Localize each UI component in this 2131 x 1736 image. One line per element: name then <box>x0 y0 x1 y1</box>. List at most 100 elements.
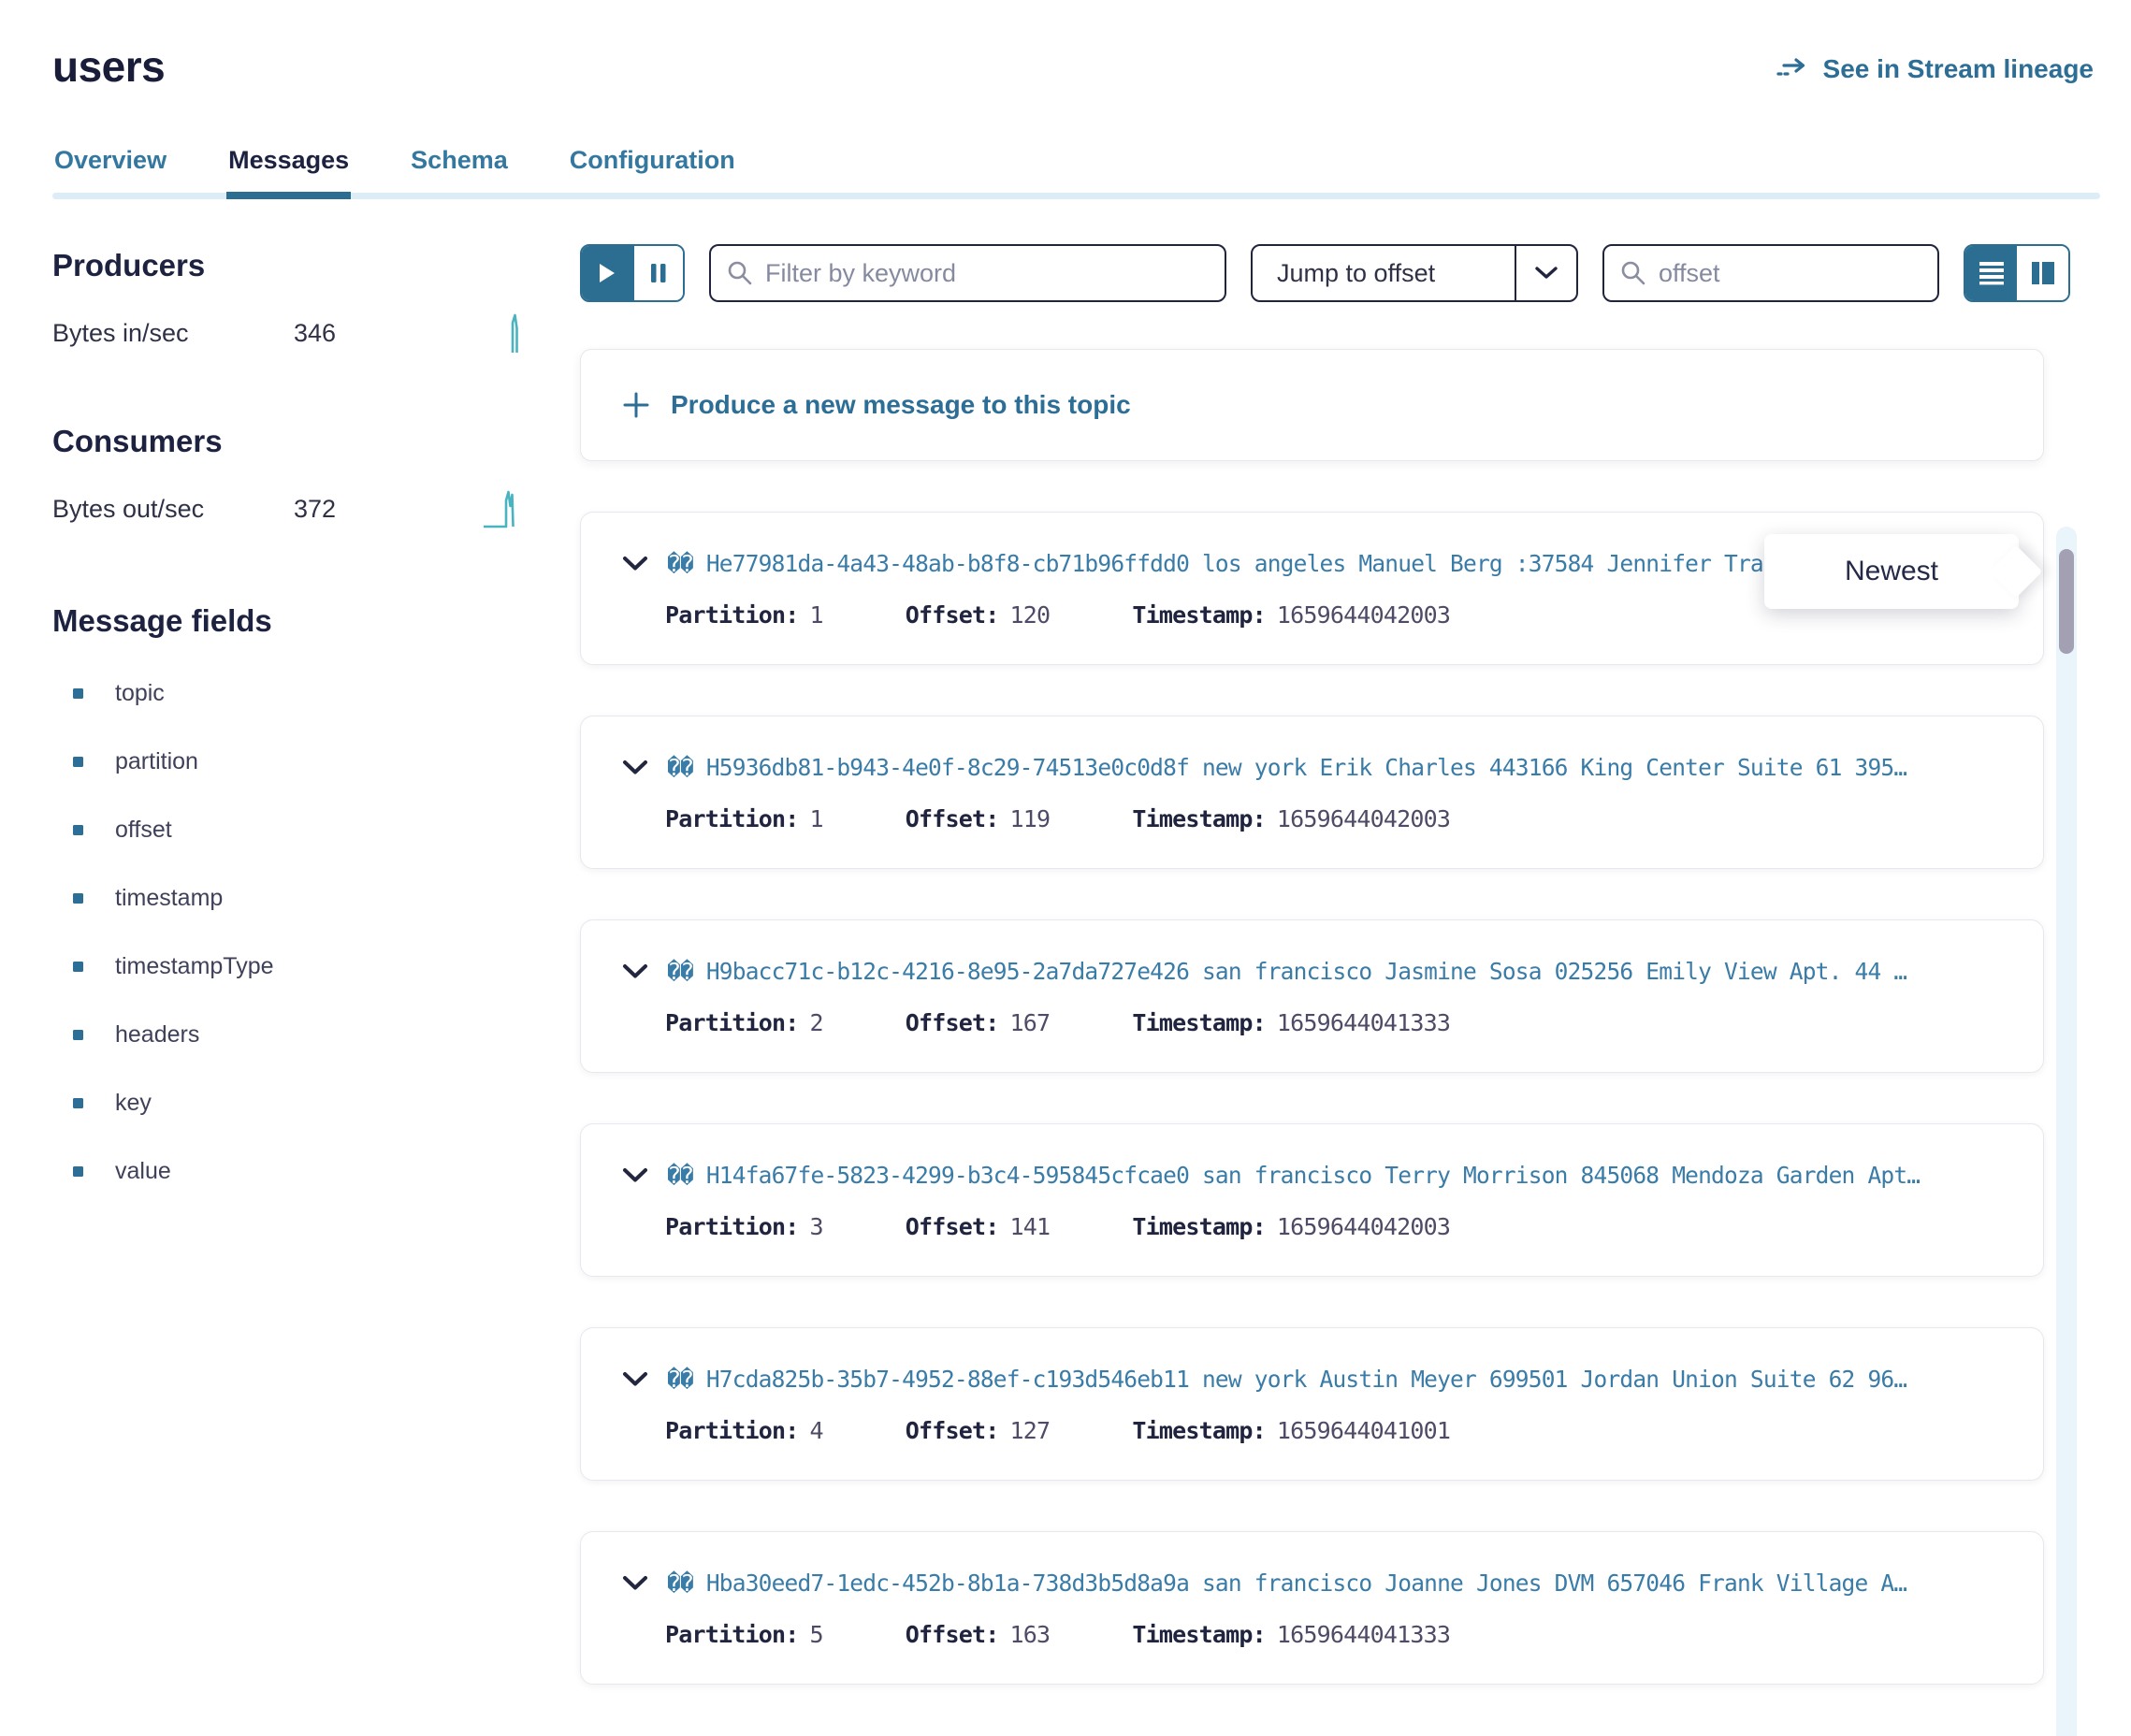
offset-field: Offset: 119 <box>906 805 1051 832</box>
field-item-headers[interactable]: headers <box>52 1021 529 1049</box>
column-view-button[interactable] <box>2017 246 2068 300</box>
offset-value: 167 <box>1010 1009 1051 1036</box>
partition-value: 3 <box>810 1213 823 1240</box>
offset-field: Offset: 127 <box>906 1417 1051 1444</box>
offset-label: Offset: <box>906 805 999 832</box>
message-key: H14fa67fe-5823-4299-b3c4-595845cfcae0 <box>706 1162 1189 1189</box>
expand-chevron-down-icon[interactable] <box>622 1167 648 1184</box>
vertical-scrollbar-track[interactable] <box>2056 527 2077 1736</box>
tab-schema[interactable]: Schema <box>409 146 510 199</box>
newest-tooltip-label: Newest <box>1845 556 1938 587</box>
offset-field: Offset:141 <box>906 1213 1051 1240</box>
vertical-scrollbar-thumb[interactable] <box>2059 549 2074 654</box>
bytes-out-label: Bytes out/sec <box>52 495 294 524</box>
unknown-char-glyphs: �� <box>667 754 693 781</box>
play-icon <box>597 262 617 284</box>
timestamp-field: Timestamp:1659644042003 <box>1132 805 1450 832</box>
field-bullet-icon <box>73 1166 83 1177</box>
expand-chevron-down-icon[interactable] <box>622 1371 648 1388</box>
timestamp-field: Timestamp:1659644042003 <box>1132 1213 1450 1240</box>
tab-configuration[interactable]: Configuration <box>568 146 737 199</box>
tab-bar: Overview Messages Schema Configuration <box>0 146 2131 199</box>
field-item-value[interactable]: value <box>52 1158 529 1185</box>
tab-overview[interactable]: Overview <box>52 146 168 199</box>
partition-label: Partition: <box>665 1213 799 1240</box>
expand-chevron-down-icon[interactable] <box>622 1575 648 1592</box>
play-button[interactable] <box>582 246 632 300</box>
list-view-icon <box>1979 261 2005 285</box>
field-item-partition[interactable]: partition <box>52 748 529 775</box>
produce-message-button[interactable]: Produce a new message to this topic <box>580 349 2044 461</box>
offset-label: Offset: <box>906 1009 999 1036</box>
field-bullet-icon <box>73 893 83 904</box>
sidebar: Producers Bytes in/sec 346 Consumers Byt… <box>0 199 529 1185</box>
field-item-topic[interactable]: topic <box>52 680 529 707</box>
page-title: users <box>52 41 165 92</box>
view-mode-toggle <box>1964 244 2070 302</box>
offset-field: Offset:120 <box>906 601 1051 629</box>
timestamp-field: Timestamp:1659644041333 <box>1132 1009 1450 1036</box>
expand-chevron-down-icon[interactable] <box>622 760 648 776</box>
pause-icon <box>649 262 668 284</box>
consumers-section: Consumers Bytes out/sec 372 <box>52 424 529 530</box>
partition-field: Partition:1 <box>665 601 823 629</box>
timestamp-value: 1659644042003 <box>1277 601 1450 629</box>
message-key: H9bacc71c-b12c-4216-8e95-2a7da727e426 <box>706 958 1189 985</box>
content: Producers Bytes in/sec 346 Consumers Byt… <box>0 199 2131 1685</box>
field-item-key[interactable]: key <box>52 1090 529 1117</box>
jump-to-offset-value: Jump to offset <box>1253 246 1515 300</box>
field-item-timestamp[interactable]: timestamp <box>52 885 529 912</box>
message-card[interactable]: �� H7cda825b-35b7-4952-88ef-c193d546eb11… <box>580 1327 2044 1481</box>
partition-field: Partition:4 <box>665 1417 823 1444</box>
plus-icon <box>622 391 650 419</box>
live-consume-toggle <box>580 244 685 302</box>
filter-keyword-input[interactable] <box>709 244 1226 302</box>
message-value-preview: new york Austin Meyer 699501 Jordan Unio… <box>1202 1366 1906 1393</box>
unknown-char-glyphs: �� <box>667 550 693 577</box>
message-value-preview: san francisco Jasmine Sosa 025256 Emily … <box>1202 958 1906 985</box>
offset-value: 127 <box>1010 1417 1051 1444</box>
message-card[interactable]: �� Hba30eed7-1edc-452b-8b1a-738d3b5d8a9a… <box>580 1531 2044 1685</box>
offset-search-wrap <box>1602 244 1939 302</box>
field-bullet-icon <box>73 1030 83 1040</box>
expand-chevron-down-icon[interactable] <box>622 963 648 980</box>
stream-lineage-link[interactable]: See in Stream lineage <box>1776 54 2094 84</box>
bytes-in-value: 346 <box>294 319 336 348</box>
field-item-offset[interactable]: offset <box>52 817 529 844</box>
offset-value: 119 <box>1010 805 1051 832</box>
timestamp-value: 1659644041001 <box>1277 1417 1450 1444</box>
list-view-button[interactable] <box>1965 246 2017 300</box>
tab-messages[interactable]: Messages <box>226 146 351 199</box>
jump-to-offset-select[interactable]: Jump to offset <box>1251 244 1578 302</box>
field-item-timestampType[interactable]: timestampType <box>52 953 529 980</box>
message-card[interactable]: �� H9bacc71c-b12c-4216-8e95-2a7da727e426… <box>580 919 2044 1073</box>
offset-value: 163 <box>1010 1621 1051 1648</box>
timestamp-label: Timestamp: <box>1132 601 1266 629</box>
timestamp-label: Timestamp: <box>1132 1213 1266 1240</box>
field-bullet-icon <box>73 825 83 835</box>
offset-field: Offset: 167 <box>906 1009 1051 1036</box>
field-bullet-icon <box>73 757 83 767</box>
partition-label: Partition: <box>665 1621 799 1648</box>
stream-lineage-label: See in Stream lineage <box>1823 54 2094 84</box>
bytes-in-label: Bytes in/sec <box>52 319 294 348</box>
timestamp-field: Timestamp:1659644041333 <box>1132 1621 1450 1648</box>
expand-chevron-down-icon[interactable] <box>622 556 648 572</box>
offset-label: Offset: <box>906 1213 999 1240</box>
main-panel: Jump to offset <box>529 199 2131 1685</box>
messages-toolbar: Jump to offset <box>580 244 2044 302</box>
bytes-in-sparkline <box>482 311 523 354</box>
offset-label: Offset: <box>906 1417 999 1444</box>
pause-button[interactable] <box>632 246 683 300</box>
bytes-out-metric-row: Bytes out/sec 372 <box>52 487 529 530</box>
chevron-down-icon[interactable] <box>1516 246 1576 300</box>
offset-search-input[interactable] <box>1602 244 1939 302</box>
message-value-preview: new york Erik Charles 443166 King Center… <box>1202 754 1906 781</box>
partition-label: Partition: <box>665 1009 799 1036</box>
tab-underline-track <box>52 193 2100 199</box>
unknown-char-glyphs: �� <box>667 1366 693 1393</box>
message-card[interactable]: �� H5936db81-b943-4e0f-8c29-74513e0c0d8f… <box>580 716 2044 869</box>
message-card[interactable]: �� H14fa67fe-5823-4299-b3c4-595845cfcae0… <box>580 1123 2044 1277</box>
partition-value: 5 <box>810 1621 823 1648</box>
timestamp-label: Timestamp: <box>1132 1417 1266 1444</box>
